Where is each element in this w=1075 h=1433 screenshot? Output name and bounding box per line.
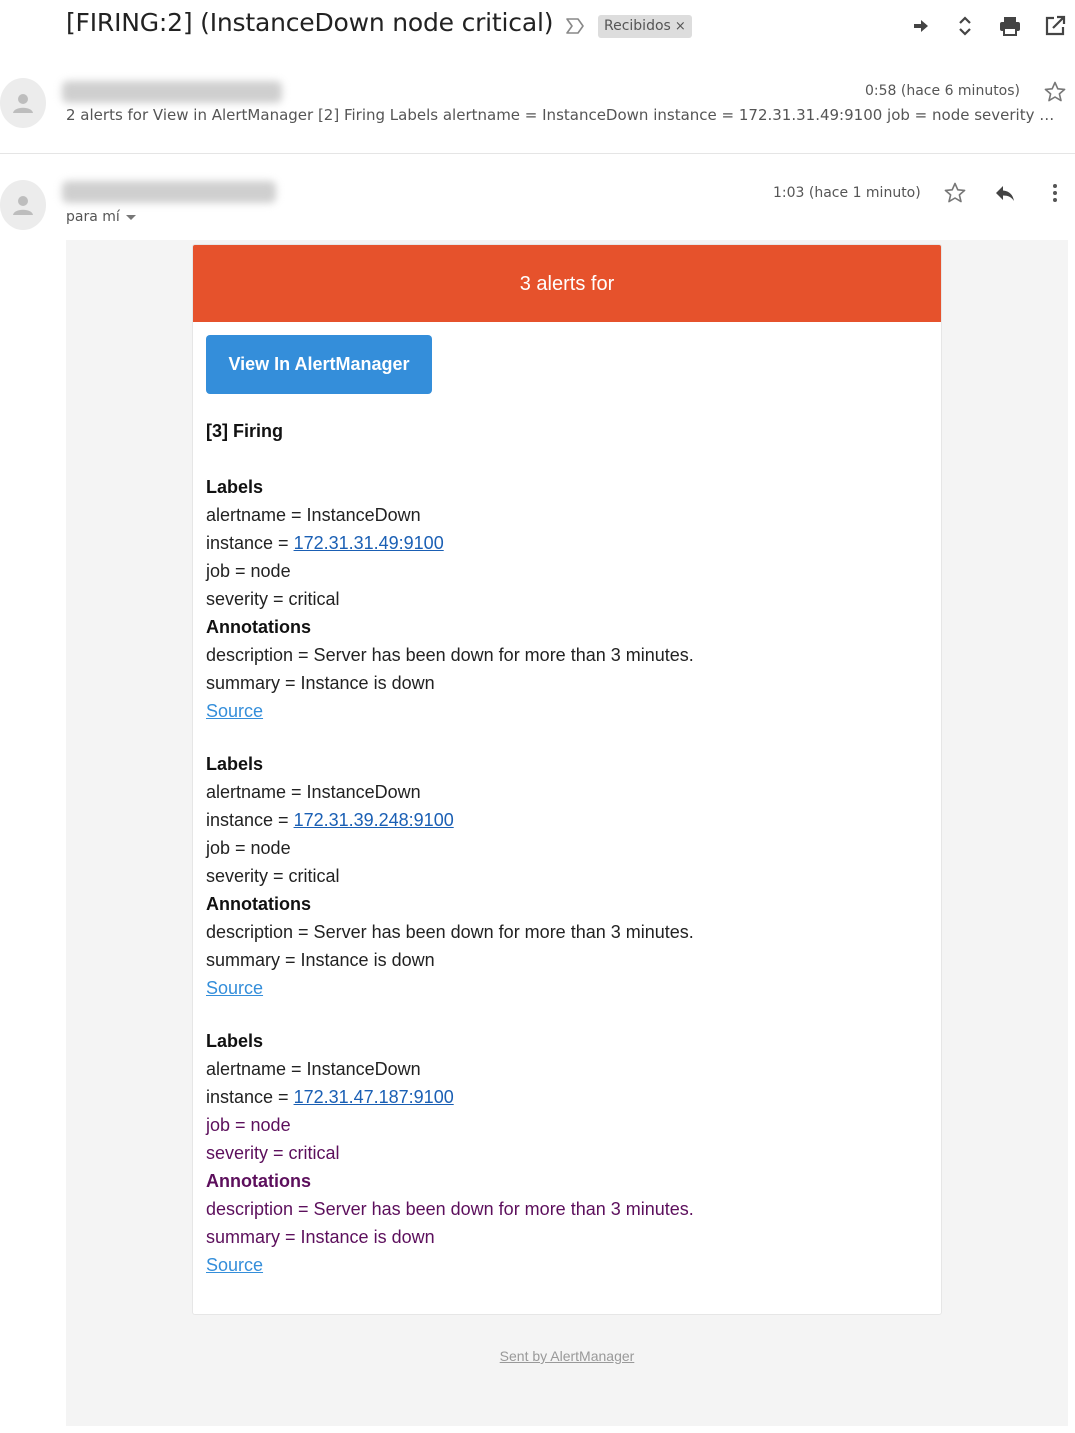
message-time: 0:58 (hace 6 minutos) <box>865 83 1021 99</box>
severity-label: severity = critical <box>206 1143 340 1163</box>
severity-label: severity = critical <box>206 866 340 886</box>
sender-name-redacted <box>62 81 282 103</box>
email-subject: [FIRING:2] (InstanceDown node critical) <box>66 8 554 37</box>
open-in-new-window-icon[interactable] <box>1043 14 1067 38</box>
instance-prefix: instance = <box>206 1087 294 1107</box>
severity-label: severity = critical <box>206 589 340 609</box>
email-footer: Sent by AlertManager <box>66 1348 1068 1364</box>
summary-annotation: summary = Instance is down <box>206 1227 435 1247</box>
source-link[interactable]: Source <box>206 978 263 998</box>
message-expanded-header: para mí 1:03 (hace 1 minuto) <box>0 170 1075 240</box>
alertname-label: alertname = InstanceDown <box>206 505 421 525</box>
firing-title: [3] Firing <box>206 421 283 441</box>
reply-icon[interactable] <box>993 181 1017 205</box>
instance-label: instance = 172.31.47.187:9100 <box>206 1083 694 1111</box>
annotations-heading: Annotations <box>206 894 311 914</box>
labels-heading: Labels <box>206 1031 264 1051</box>
more-vert-icon[interactable] <box>1043 181 1067 205</box>
star-icon[interactable] <box>943 181 967 205</box>
job-label: job = node <box>206 1115 291 1135</box>
remove-label-icon[interactable]: × <box>675 19 686 34</box>
alert-item: Labels alertname = InstanceDown instance… <box>206 473 694 725</box>
instance-prefix: instance = <box>206 810 294 830</box>
annotations-heading: Annotations <box>206 617 311 637</box>
message-time: 1:03 (hace 1 minuto) <box>773 185 921 201</box>
person-icon <box>13 94 33 113</box>
sent-by-alertmanager-link[interactable]: Sent by AlertManager <box>500 1348 635 1364</box>
summary-annotation: summary = Instance is down <box>206 673 435 693</box>
alert-item: Labels alertname = InstanceDown instance… <box>206 1027 694 1279</box>
star-icon[interactable] <box>1043 80 1067 104</box>
recipient-label: para mí <box>66 209 120 225</box>
avatar <box>0 180 46 230</box>
expand-collapse-icon[interactable] <box>953 14 977 38</box>
label-arrow-icon[interactable] <box>564 15 586 37</box>
message-collapsed[interactable]: 0:58 (hace 6 minutos) 2 alerts for View … <box>0 64 1075 154</box>
job-label: job = node <box>206 561 291 581</box>
annotations-heading: Annotations <box>206 1171 311 1191</box>
instance-link[interactable]: 172.31.39.248:9100 <box>294 810 454 830</box>
alert-item: Labels alertname = InstanceDown instance… <box>206 750 694 1002</box>
email-body: 3 alerts for View In AlertManager [3] Fi… <box>66 240 1068 1426</box>
avatar <box>0 78 46 128</box>
description-annotation: description = Server has been down for m… <box>206 1199 694 1219</box>
instance-link[interactable]: 172.31.31.49:9100 <box>294 533 444 553</box>
source-link[interactable]: Source <box>206 701 263 721</box>
instance-label: instance = 172.31.39.248:9100 <box>206 806 694 834</box>
instance-label: instance = 172.31.31.49:9100 <box>206 529 694 557</box>
description-annotation: description = Server has been down for m… <box>206 645 694 665</box>
summary-annotation: summary = Instance is down <box>206 950 435 970</box>
recipient-details[interactable]: para mí <box>66 209 136 225</box>
labels-heading: Labels <box>206 477 264 497</box>
job-label: job = node <box>206 838 291 858</box>
labels-heading: Labels <box>206 754 264 774</box>
instance-link[interactable]: 172.31.47.187:9100 <box>294 1087 454 1107</box>
description-annotation: description = Server has been down for m… <box>206 922 694 942</box>
alert-card: 3 alerts for View In AlertManager [3] Fi… <box>192 244 942 1315</box>
message-snippet: 2 alerts for View in AlertManager [2] Fi… <box>66 106 1066 124</box>
instance-prefix: instance = <box>206 533 294 553</box>
source-link[interactable]: Source <box>206 1255 263 1275</box>
chevron-down-icon <box>125 214 136 220</box>
alert-header: 3 alerts for <box>193 245 941 322</box>
view-in-alertmanager-button[interactable]: View In AlertManager <box>206 335 432 394</box>
subject-row: [FIRING:2] (InstanceDown node critical) … <box>0 0 1075 56</box>
alertname-label: alertname = InstanceDown <box>206 1059 421 1079</box>
forward-arrow-icon[interactable] <box>909 14 933 38</box>
alertname-label: alertname = InstanceDown <box>206 782 421 802</box>
label-chip-inbox: Recibidos × <box>598 15 692 38</box>
label-chip-text: Recibidos <box>604 18 671 34</box>
print-icon[interactable] <box>998 14 1022 38</box>
sender-name-redacted <box>62 181 276 203</box>
person-icon <box>13 196 33 215</box>
